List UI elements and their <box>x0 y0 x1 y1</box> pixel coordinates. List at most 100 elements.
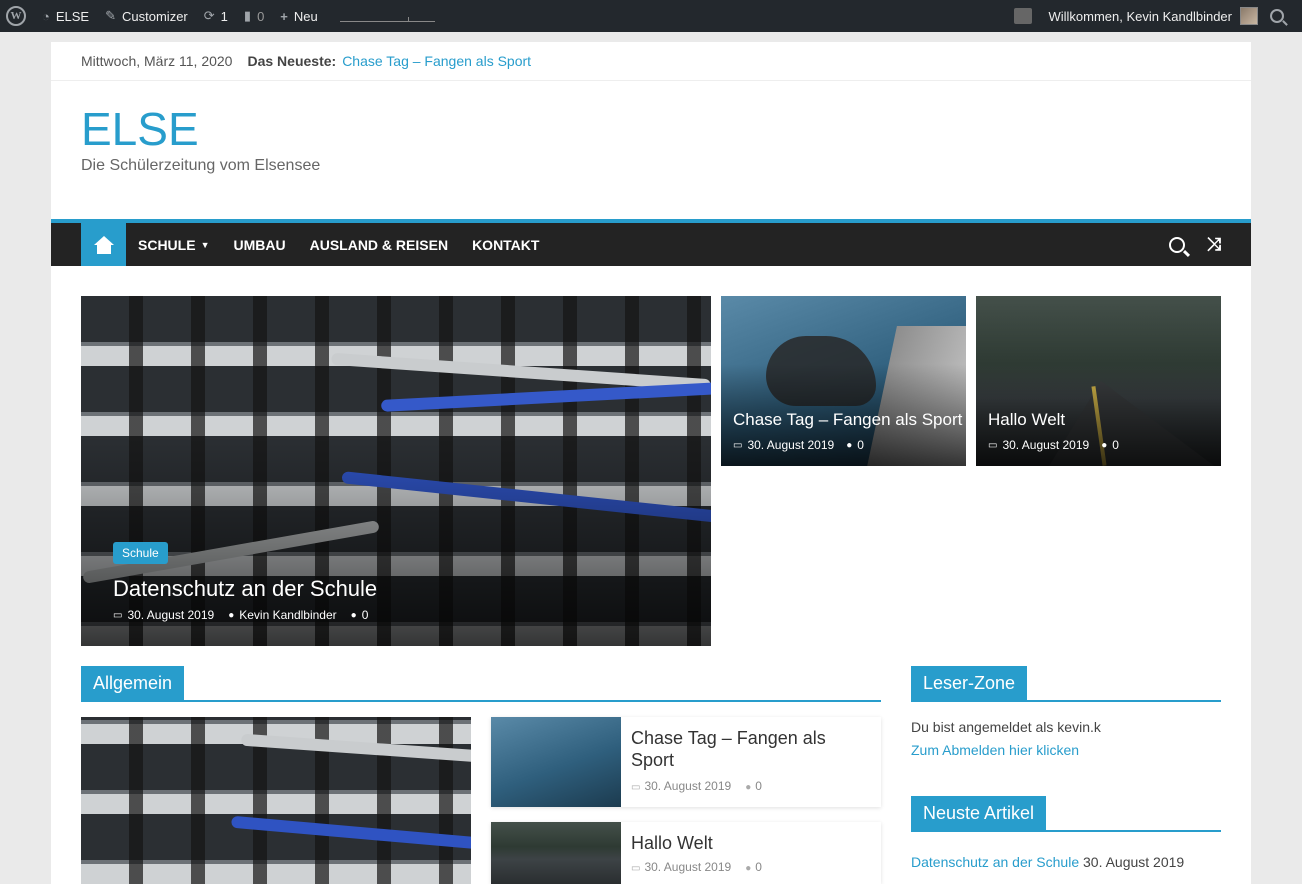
wordpress-logo-button[interactable]: W <box>0 0 34 32</box>
post-date[interactable]: ▭ 30. August 2019 <box>113 608 214 622</box>
dashboard-icon: ◔ <box>42 8 50 24</box>
post-meta: ▭ 30. August 2019 ● 0 <box>631 860 762 874</box>
comment-icon: ● <box>745 782 752 793</box>
logout-link[interactable]: Zum Abmelden hier klicken <box>911 742 1079 758</box>
widget-heading-latest: Neuste Artikel <box>911 796 1221 832</box>
latest-article-item: Datenschutz an der Schule 30. August 201… <box>911 854 1184 870</box>
post-title[interactable]: Chase Tag – Fangen als Sport <box>631 727 871 771</box>
post-meta: ▭ 30. August 2019 ● 0 <box>988 438 1119 452</box>
nav-item-umbau[interactable]: UMBAU <box>221 223 297 266</box>
new-label: Neu <box>293 8 318 24</box>
list-item[interactable]: Chase Tag – Fangen als Sport ▭ 30. August… <box>491 717 881 807</box>
post-thumbnail[interactable] <box>491 822 621 884</box>
post-date[interactable]: ▭ 30. August 2019 <box>631 779 731 793</box>
comment-icon: ● <box>350 609 357 621</box>
post-date[interactable]: ▭ 30. August 2019 <box>733 438 834 452</box>
logged-in-text: Du bist angemeldet als kevin.k <box>911 719 1101 735</box>
featured-post-side[interactable]: Hallo Welt ▭ 30. August 2019 ● 0 <box>976 296 1221 466</box>
home-button[interactable] <box>81 223 126 266</box>
post-date-label: 30. August 2019 <box>644 779 732 793</box>
section-heading: Allgemein <box>81 666 881 702</box>
post-meta: ▭ 30. August 2019 ● Kevin Kandlbinder ● 0 <box>113 608 368 622</box>
customizer-button[interactable]: ✎ Customizer <box>97 0 196 32</box>
nav-item-ausland-reisen[interactable]: AUSLAND & REISEN <box>298 223 460 266</box>
featured-post-title[interactable]: Hallo Welt <box>988 410 1065 430</box>
site-branding: ELSE Die Schülerzeitung vom Elsensee <box>51 81 1251 218</box>
post-comments[interactable]: ● 0 <box>846 438 864 452</box>
post-date-label: 30. August 2019 <box>747 438 835 452</box>
calendar-icon: ▭ <box>631 863 641 874</box>
post-date-label: 30. August 2019 <box>1002 438 1090 452</box>
section-featured-image[interactable] <box>81 717 471 884</box>
post-comments[interactable]: ● 0 <box>1101 438 1119 452</box>
calendar-icon: ▭ <box>113 609 123 621</box>
home-icon <box>93 235 115 254</box>
post-date-label: 30. August 2019 <box>127 608 215 622</box>
post-comments[interactable]: ● 0 <box>351 608 369 622</box>
post-date[interactable]: ▭ 30. August 2019 <box>631 860 731 874</box>
post-comments-label: 0 <box>361 608 369 622</box>
latest-article-link[interactable]: Datenschutz an der Schule <box>911 854 1079 870</box>
list-item[interactable]: Hallo Welt ▭ 30. August 2019 ● 0 <box>491 822 881 884</box>
post-thumbnail[interactable] <box>491 717 621 807</box>
notification-icon[interactable] <box>1014 8 1033 24</box>
nav-item-kontakt[interactable]: KONTAKT <box>460 223 551 266</box>
cable-graphic <box>230 815 471 851</box>
post-comments-label: 0 <box>755 779 762 793</box>
admin-bar: W ◔ ELSE ✎ Customizer ⟳ 1 ▮ 0 + Neu Will… <box>0 0 1302 32</box>
post-date-label: 30. August 2019 <box>644 860 732 874</box>
site-name-button[interactable]: ◔ ELSE <box>34 0 97 32</box>
current-date: Mittwoch, März 11, 2020 <box>81 53 233 69</box>
post-author[interactable]: ● Kevin Kandlbinder <box>228 608 336 622</box>
chevron-down-icon: ▼ <box>200 239 210 250</box>
comments-count: 0 <box>257 8 265 24</box>
search-icon[interactable] <box>1168 236 1185 253</box>
category-badge[interactable]: Schule <box>113 542 168 564</box>
calendar-icon: ▭ <box>733 439 743 451</box>
cable-graphic <box>380 382 711 412</box>
post-date[interactable]: ▭ 30. August 2019 <box>988 438 1089 452</box>
updates-button[interactable]: ⟳ 1 <box>196 0 236 32</box>
breaking-news-link[interactable]: Chase Tag – Fangen als Sport <box>342 53 531 69</box>
post-comments[interactable]: ● 0 <box>745 779 762 793</box>
widget-heading-reader-zone: Leser-Zone <box>911 666 1221 702</box>
cable-graphic <box>240 733 471 763</box>
nav-item-label: SCHULE <box>138 236 196 253</box>
comment-icon: ● <box>1101 439 1108 451</box>
site-name-label: ELSE <box>55 8 90 24</box>
post-meta: ▭ 30. August 2019 ● 0 <box>631 779 871 793</box>
calendar-icon: ▭ <box>988 439 998 451</box>
nav-item-label: UMBAU <box>233 236 286 253</box>
comment-icon: ▮ <box>243 8 252 23</box>
wordpress-icon: W <box>6 6 26 26</box>
site-title[interactable]: ELSE <box>81 103 1221 155</box>
nav-item-schule[interactable]: SCHULE ▼ <box>126 223 221 266</box>
post-comments[interactable]: ● 0 <box>745 860 762 874</box>
top-info-bar: Mittwoch, März 11, 2020 Das Neueste: Cha… <box>51 42 1251 81</box>
comments-button[interactable]: ▮ 0 <box>236 0 272 32</box>
nav-item-label: AUSLAND & REISEN <box>309 236 449 253</box>
featured-post-side[interactable]: Chase Tag – Fangen als Sport ▭ 30. August… <box>721 296 966 466</box>
updates-count: 1 <box>220 8 228 24</box>
post-comments-label: 0 <box>1112 438 1119 452</box>
featured-post-main[interactable]: Schule Datenschutz an der Schule ▭ 30. Au… <box>81 296 711 646</box>
section-title[interactable]: Allgemein <box>81 666 185 700</box>
post-title[interactable]: Hallo Welt <box>631 832 762 854</box>
comment-icon: ● <box>745 863 752 874</box>
user-icon: ● <box>228 609 235 621</box>
customizer-label: Customizer <box>122 8 188 24</box>
new-content-button[interactable]: + Neu <box>272 0 325 32</box>
post-comments-label: 0 <box>755 860 762 874</box>
widget-title: Leser-Zone <box>911 666 1028 700</box>
featured-post-title[interactable]: Datenschutz an der Schule <box>113 576 377 602</box>
greeting-label[interactable]: Willkommen, Kevin Kandlbinder <box>1048 9 1232 24</box>
widget-title: Neuste Artikel <box>911 796 1047 830</box>
breaking-news-label: Das Neueste: <box>247 53 337 69</box>
avatar[interactable] <box>1240 7 1258 25</box>
shuffle-icon[interactable]: ⤨ <box>1207 234 1221 255</box>
brush-icon: ✎ <box>105 8 117 23</box>
featured-post-title[interactable]: Chase Tag – Fangen als Sport <box>733 410 962 430</box>
loading-indicator <box>339 10 435 22</box>
search-icon[interactable] <box>1270 9 1284 23</box>
comment-icon: ● <box>846 439 853 451</box>
